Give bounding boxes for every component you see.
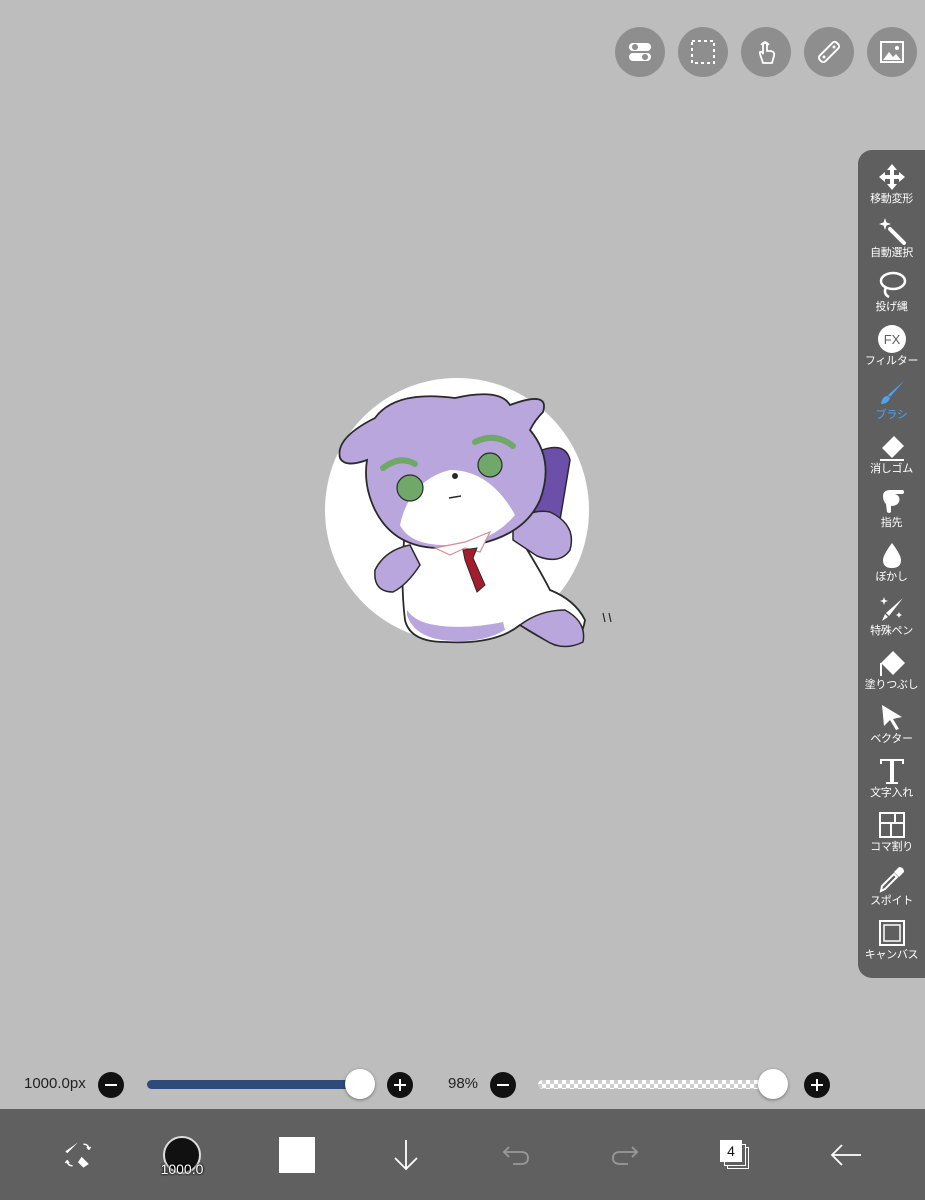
material-button[interactable] [867,27,917,77]
special-pen-icon [879,597,903,621]
tool-blur[interactable]: ぼかし [858,540,925,594]
color-button[interactable] [276,1109,318,1200]
tool-label: キャンバス [864,948,919,961]
opacity-value: 98% [448,1075,479,1092]
brush-size-preview[interactable]: 1000.0 [152,1109,212,1200]
selection-icon [691,40,715,64]
tool-eraser[interactable]: 消しゴム [858,432,925,486]
canvas-icon [878,920,905,946]
magic-wand-icon [878,218,906,245]
fill-icon [879,651,905,676]
current-color-swatch [279,1136,315,1173]
tool-auto-select[interactable]: 自動選択 [858,216,925,270]
tool-label: スポイト [870,894,913,907]
opacity-decrease-button[interactable] [490,1072,516,1098]
fx-icon: FX [877,325,906,353]
plus-icon [394,1079,406,1091]
tool-label: 消しゴム [870,462,913,475]
move-icon [878,164,905,190]
opacity-slider-handle[interactable] [758,1069,788,1099]
tool-canvas[interactable]: キャンバス [858,918,925,972]
opacity-slider[interactable] [538,1080,773,1089]
minus-icon [105,1084,117,1086]
arrow-down-icon [394,1139,418,1170]
text-icon [879,759,904,784]
brush-size-decrease-button[interactable] [98,1072,124,1098]
blur-icon [882,543,901,568]
tool-lasso[interactable]: 投げ縄 [858,270,925,324]
svg-text:FX: FX [883,332,900,347]
tool-frame-divider[interactable]: コマ割り [858,810,925,864]
back-button[interactable] [825,1109,867,1200]
undo-icon [502,1145,529,1165]
eraser-icon [879,436,904,461]
brush-size-slider[interactable] [147,1080,360,1089]
brush-preview-size: 1000.0 [160,1160,204,1177]
tool-palette: 移動変形 自動選択 投げ縄 FX フィルター ブラシ 消しゴム 指先 ぼかし 特… [858,150,925,978]
tool-move-transform[interactable]: 移動変形 [858,162,925,216]
tool-label: 文字入れ [870,786,913,799]
tool-brush[interactable]: ブラシ [858,378,925,432]
tool-filter[interactable]: FX フィルター [858,324,925,378]
tool-label: ブラシ [875,408,908,421]
undo-button[interactable] [495,1109,537,1200]
selection-button[interactable] [678,27,728,77]
minus-icon [497,1084,509,1086]
brush-size-value: 1000.0px [24,1075,86,1092]
ruler-button[interactable] [804,27,854,77]
touch-button[interactable] [741,27,791,77]
tool-label: 特殊ペン [870,624,913,637]
tool-vector[interactable]: ベクター [858,702,925,756]
tool-label: フィルター [864,354,919,367]
material-icon [880,41,904,63]
menu-down-button[interactable] [385,1109,427,1200]
brush-icon [880,381,904,404]
tool-label: 移動変形 [870,192,913,205]
opacity-increase-button[interactable] [804,1072,830,1098]
touch-icon [758,41,776,64]
canvas-artwork[interactable] [315,360,615,670]
lasso-icon [879,271,906,299]
eyedropper-icon [879,867,904,893]
tool-label: 指先 [880,516,903,529]
brush-size-slider-handle[interactable] [345,1069,375,1099]
layers-icon: 4 [719,1139,749,1171]
layer-toggle-button[interactable] [615,27,665,77]
pen-eraser-swap-icon [64,1141,91,1168]
tool-finger[interactable]: 指先 [858,486,925,540]
bottom-toolbar: 1000.0 4 [0,1109,925,1200]
plus-icon [811,1079,823,1091]
toggle-icon [629,43,651,61]
tool-label: 投げ縄 [875,300,908,313]
tool-label: ぼかし [875,570,908,583]
redo-button[interactable] [604,1109,646,1200]
brush-size-increase-button[interactable] [387,1072,413,1098]
tool-label: ベクター [870,732,913,745]
ruler-icon [817,40,841,64]
tool-label: 塗りつぶし [864,678,919,691]
tool-label: コマ割り [870,840,913,853]
pen-eraser-switch-button[interactable] [55,1109,100,1200]
tool-fill[interactable]: 塗りつぶし [858,648,925,702]
tool-eyedropper[interactable]: スポイト [858,864,925,918]
frame-divider-icon [878,812,905,838]
finger-icon [882,490,904,513]
layer-count: 4 [720,1139,742,1162]
tool-special-pen[interactable]: 特殊ペン [858,594,925,648]
tool-label: 自動選択 [870,246,913,259]
tool-text[interactable]: 文字入れ [858,756,925,810]
vector-icon [881,705,902,730]
arrow-left-icon [830,1143,861,1166]
layers-button[interactable]: 4 [713,1109,755,1200]
redo-icon [612,1145,639,1165]
